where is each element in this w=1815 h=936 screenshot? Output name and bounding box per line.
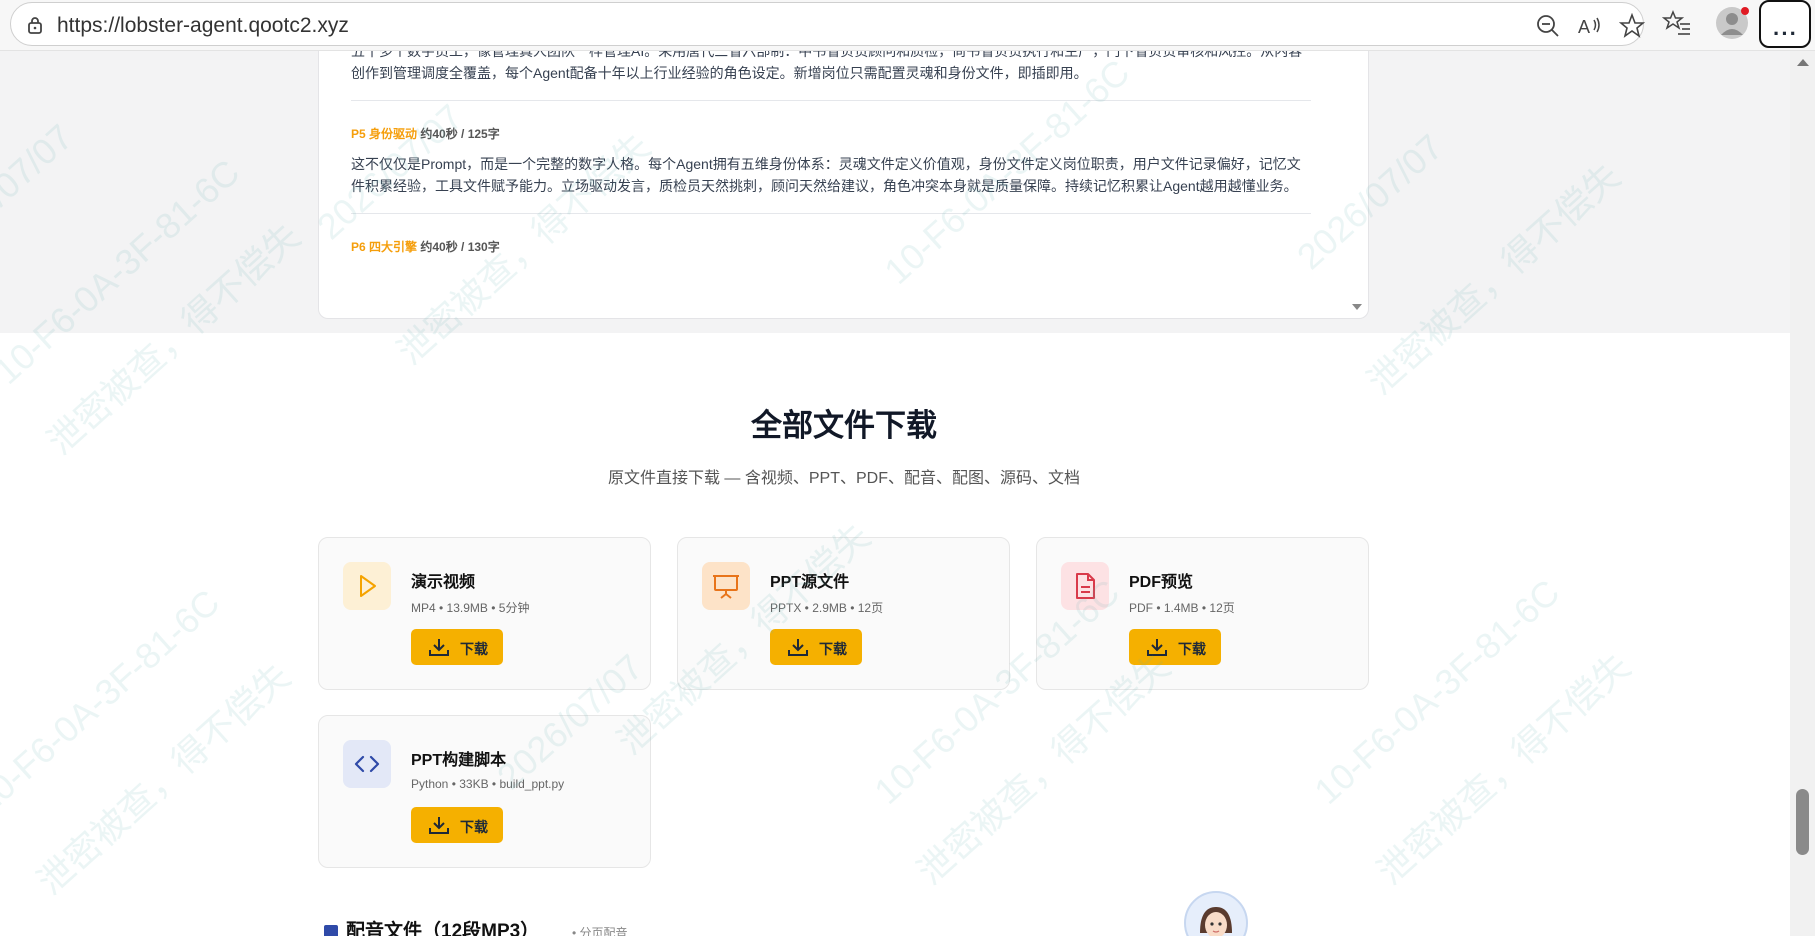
svg-text:A: A [1578,17,1590,37]
music-note-icon [324,925,338,936]
download-icon [1147,639,1167,656]
file-meta: PDF • 1.4MB • 12页 [1129,601,1235,615]
scrollbar-thumb[interactable] [1796,789,1809,855]
address-bar[interactable]: https://lobster-agent.qootc2.xyz A [10,2,1645,46]
audio-section-subtitle: • 分页配音 [572,926,628,936]
settings-menu-button[interactable]: ··· [1759,0,1811,48]
page-scrollbar[interactable] [1790,51,1815,936]
page-content: 五十多个数字员工，像管理真人团队一样管理AI。采用唐代三省六部制：中书省负责顾问… [0,51,1790,936]
document-icon [1061,562,1109,610]
file-name: PPT源文件 [770,574,850,591]
file-name: PPT构建脚本 [411,752,507,769]
code-icon [343,740,391,788]
url-text[interactable]: https://lobster-agent.qootc2.xyz [57,14,349,38]
download-icon [429,639,449,656]
watermark: 泄密被查，得不偿失 [29,655,298,903]
assistant-avatar[interactable] [1184,891,1248,936]
section-subtitle: 原文件直接下载 — 含视频、PPT、PDF、配音、配图、源码、文档 [607,470,1080,487]
favorite-star-icon[interactable] [1619,13,1645,39]
segment-label: P6 四大引擎 [351,240,418,254]
profile-avatar-icon[interactable] [1714,5,1750,41]
scroll-up-arrow-icon[interactable] [1797,59,1809,66]
segment-text: 这不仅仅是Prompt，而是一个完整的数字人格。每个Agent拥有五维身份体系：… [351,156,1301,194]
download-button[interactable]: 下载 [411,629,503,665]
zoom-out-icon[interactable] [1535,13,1561,39]
file-card-pdf: PDF预览 PDF • 1.4MB • 12页 下载 [1036,537,1369,690]
lock-icon[interactable] [25,15,45,35]
script-scroll-panel[interactable]: 五十多个数字员工，像管理真人团队一样管理AI。采用唐代三省六部制：中书省负责顾问… [318,51,1369,319]
divider [351,213,1311,214]
file-meta: PPTX • 2.9MB • 12页 [770,601,884,615]
download-icon [429,817,449,834]
watermark: 10-F6-0A-3F-81-6C [0,581,228,822]
segment-header: P5 身份驱动 约40秒 / 125字 [351,125,1311,142]
favorites-list-icon[interactable] [1662,8,1692,38]
file-card-ppt: PPT源文件 PPTX • 2.9MB • 12页 下载 [677,537,1010,690]
segment-header: P6 四大引擎 约40秒 / 130字 [351,238,1311,255]
download-button[interactable]: 下载 [770,629,862,665]
divider [351,100,1311,101]
play-icon [343,562,391,610]
watermark: 泄密被查，得不偿失 [1369,645,1638,893]
file-card-video: 演示视频 MP4 • 13.9MB • 5分钟 下载 [318,537,651,690]
browser-toolbar: https://lobster-agent.qootc2.xyz A ··· [0,0,1815,51]
file-name: 演示视频 [411,574,476,591]
file-name: PDF预览 [1129,574,1194,591]
read-aloud-icon[interactable]: A [1577,13,1603,39]
segment-text: 五十多个数字员工，像管理真人团队一样管理AI。采用唐代三省六部制：中书省负责顾问… [351,51,1303,81]
section-title: 全部文件下载 [751,408,937,443]
scroll-down-arrow-icon[interactable] [1352,304,1362,310]
segment-meta: 约40秒 / 130字 [420,240,500,254]
presentation-icon [702,562,750,610]
download-button[interactable]: 下载 [411,807,503,843]
audio-section-title: 配音文件（12段MP3） [346,921,540,936]
download-icon [788,639,808,656]
file-meta: MP4 • 13.9MB • 5分钟 [411,601,530,615]
file-card-script: PPT构建脚本 Python • 33KB • build_ppt.py 下载 [318,715,651,868]
segment-label: P5 身份驱动 [351,127,418,141]
download-button[interactable]: 下载 [1129,629,1221,665]
file-meta: Python • 33KB • build_ppt.py [411,777,565,791]
segment-meta: 约40秒 / 125字 [420,127,500,141]
